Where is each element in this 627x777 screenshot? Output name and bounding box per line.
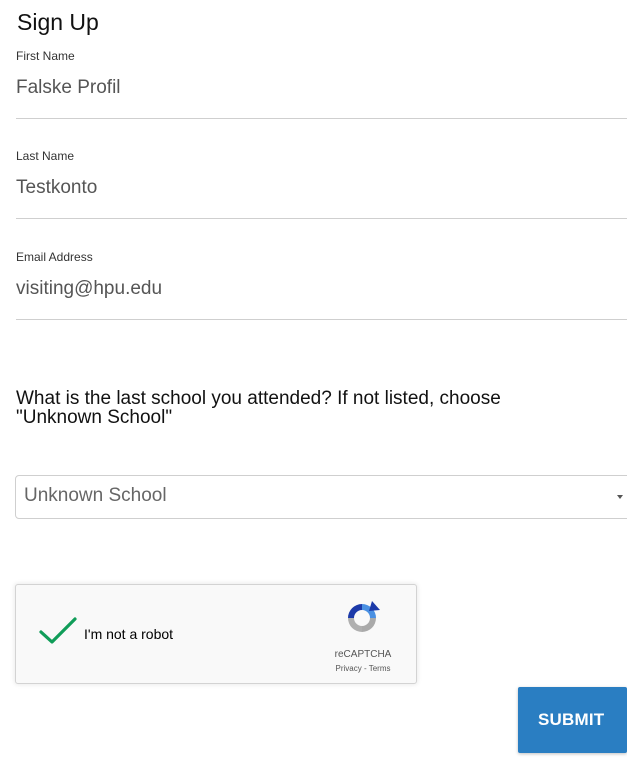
chevron-down-icon[interactable] — [617, 495, 623, 499]
recaptcha-logo-icon — [348, 601, 380, 632]
first-name-input[interactable]: Falske Profil — [16, 76, 627, 100]
terms-link[interactable]: Terms — [369, 664, 391, 673]
first-name-field[interactable]: First Name Falske Profil — [16, 49, 627, 119]
signup-page: Sign Up First Name Falske Profil Last Na… — [0, 0, 627, 777]
first-name-underline — [16, 118, 627, 119]
email-underline — [16, 319, 627, 320]
email-label: Email Address — [16, 250, 93, 264]
school-select-value: Unknown School — [24, 485, 167, 506]
email-field[interactable]: Email Address visiting@hpu.edu — [16, 250, 627, 320]
school-question: What is the last school you attended? If… — [16, 389, 627, 427]
page-title: Sign Up — [17, 9, 99, 35]
last-name-input[interactable]: Testkonto — [16, 176, 627, 200]
checkmark-icon[interactable] — [38, 615, 78, 647]
first-name-label: First Name — [16, 49, 75, 63]
recaptcha-label: I'm not a robot — [84, 626, 174, 642]
school-question-line-1: What is the last school you attended? If… — [16, 388, 501, 409]
last-name-label: Last Name — [16, 149, 75, 163]
links-separator: - — [361, 664, 369, 673]
recaptcha-brand: reCAPTCHA — [334, 649, 392, 660]
school-question-line-2: "Unknown School" — [16, 407, 173, 428]
submit-button[interactable]: SUBMIT — [518, 687, 627, 753]
recaptcha-links: Privacy - Terms — [324, 664, 402, 674]
email-input[interactable]: visiting@hpu.edu — [16, 277, 627, 301]
recaptcha-widget: I'm not a robot reCAPTCHA Privacy - Term… — [15, 584, 417, 684]
last-name-field[interactable]: Last Name Testkonto — [16, 149, 627, 219]
privacy-link[interactable]: Privacy — [336, 664, 362, 673]
school-select[interactable]: Unknown School — [15, 475, 627, 519]
last-name-underline — [16, 218, 627, 219]
